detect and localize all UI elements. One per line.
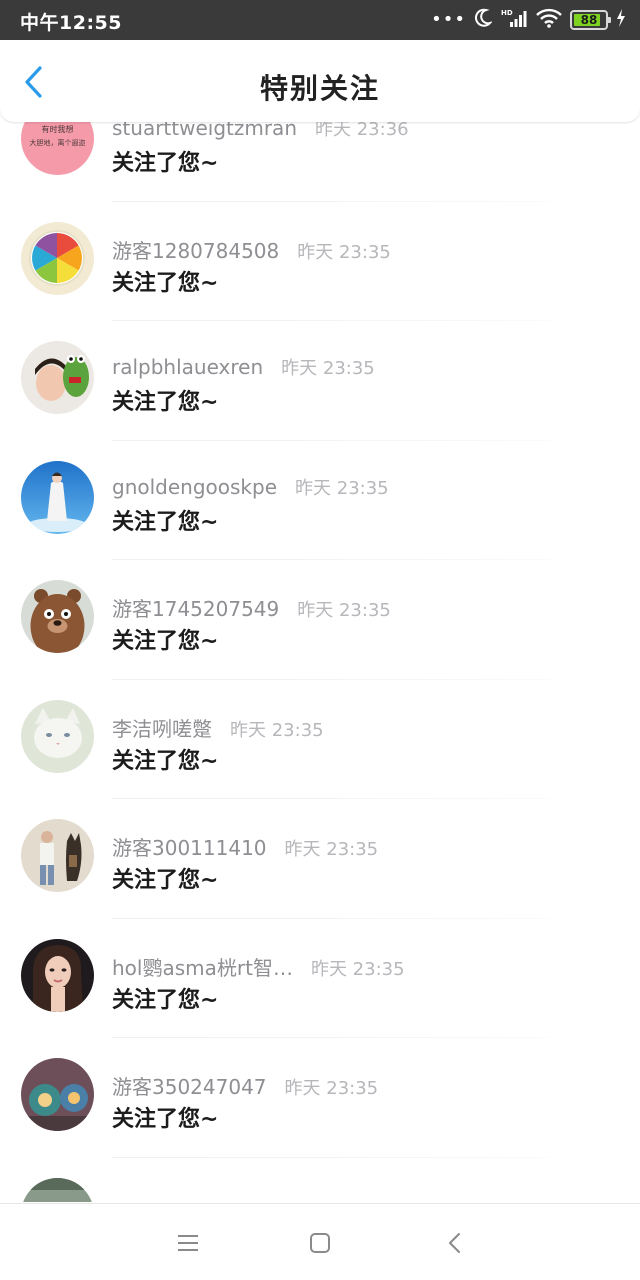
follow-message: 关注了您~ [112,390,219,415]
follower-list-content: 有时我想 大胆地，离个遐迩 stuarttweigtzmran 昨天 23:36… [0,122,640,1202]
charging-icon [616,8,626,32]
list-item-meta: stuarttweigtzmran 昨天 23:36 [112,122,409,141]
timestamp: 昨天 23:36 [315,122,409,140]
follow-message: 关注了您~ [112,270,219,296]
citrus-slice-avatar[interactable] [21,221,94,295]
svg-text:HD: HD [501,9,513,17]
follow-message: 关注了您~ [112,151,219,176]
home-square-icon [310,1233,330,1253]
list-item[interactable]: 游客1280784508 昨天 23:35 关注了您~ [0,202,640,321]
timestamp: 昨天 23:35 [284,1078,379,1099]
status-time: 中午12:55 [20,12,122,34]
username[interactable]: 游客1745207549 [112,593,279,622]
timestamp: 昨天 23:35 [310,958,405,980]
timestamp: 昨天 23:35 [297,241,391,263]
status-icons: ••• HD 88 [431,8,626,32]
list-item[interactable]: 游客1745207549 昨天 23:35 关注了您~ [0,560,640,680]
follower-list[interactable]: 有时我想 大胆地，离个遐迩 stuarttweigtzmran 昨天 23:36… [0,122,640,1202]
list-item-meta: hol鹦asma桄rt智… 昨天 23:35 [112,952,405,981]
candle-jars-avatar[interactable] [21,1058,94,1131]
list-item[interactable]: gnoldengooskpe 昨天 23:35 关注了您~ [0,441,640,560]
username[interactable]: stuarttweigtzmran [112,122,297,140]
woman-portrait-avatar[interactable] [21,938,94,1012]
timestamp: 昨天 23:35 [297,600,391,621]
username[interactable]: ralpbhlauexren [112,355,263,379]
brown-bear-avatar[interactable] [21,580,94,653]
username[interactable]: 游客1280784508 [112,235,279,264]
white-cat-avatar[interactable] [21,699,94,773]
timestamp: 昨天 23:35 [281,358,375,379]
list-item[interactable]: ralpbhlauexren 昨天 23:35 关注了您~ [0,321,640,441]
list-item[interactable]: hol鹦asma桄rt智… 昨天 23:35 关注了您~ [0,919,640,1038]
username[interactable]: 游客350247047 [112,1071,267,1100]
follow-message: 关注了您~ [112,509,219,535]
header-bar: 特别关注 [0,40,640,122]
battery-icon: 88 [570,10,611,30]
back-triangle-icon [449,1233,460,1253]
wifi-icon [536,8,562,32]
list-item-meta: 游客1745207549 昨天 23:35 [112,593,391,622]
page-title: 特别关注 [259,72,380,105]
follow-message: 关注了您~ [112,748,219,774]
home-button[interactable] [305,1228,335,1258]
list-item-meta: ralpbhlauexren 昨天 23:35 [112,354,375,380]
list-item-meta: 游客350247047 昨天 23:35 [112,1071,378,1100]
status-bar: 中午12:55 ••• HD 88 [0,0,640,40]
list-item[interactable]: 游客350247047 昨天 23:35 关注了您~ [0,1038,640,1158]
follow-message: 关注了您~ [112,868,219,893]
pink-text-avatar[interactable]: 有时我想 大胆地，离个遐迩 [21,122,94,175]
username[interactable]: hol鹦asma桄rt智… [112,952,293,981]
list-item[interactable]: 游客300111410 昨天 23:35 关注了您~ [0,799,640,919]
list-item-meta: 李洁咧嗟蹩 昨天 23:35 [112,713,324,742]
username[interactable]: 李洁咧嗟蹩 [112,713,212,742]
list-item-meta: 游客300111410 昨天 23:35 [112,832,378,861]
follow-message: 关注了您~ [112,1107,219,1132]
timestamp: 昨天 23:35 [284,839,379,860]
man-with-dog-avatar[interactable] [21,819,94,892]
more-dots-icon: ••• [431,9,466,30]
list-item[interactable]: 有时我想 大胆地，离个遐迩 stuarttweigtzmran 昨天 23:36… [0,122,640,202]
timestamp: 昨天 23:35 [295,477,389,499]
timestamp: 昨天 23:35 [230,719,324,741]
list-item-meta: gnoldengooskpe 昨天 23:35 [112,474,389,500]
avatar-text-line-2: 大胆地，离个遐迩 [30,138,86,147]
menu-button[interactable] [173,1228,203,1258]
battery-nub [608,17,611,23]
list-item[interactable] [0,1158,640,1202]
menu-icon [178,1235,198,1251]
username[interactable]: gnoldengooskpe [112,475,277,499]
username[interactable]: 游客300111410 [112,832,267,861]
system-back-button[interactable] [440,1228,470,1258]
battery-level: 88 [580,13,598,27]
woman-blue-sky-avatar[interactable] [21,460,94,534]
moon-icon [474,8,494,32]
follow-message: 关注了您~ [112,987,219,1013]
hd-signal-icon: HD [500,8,528,32]
list-item[interactable]: 李洁咧嗟蹩 昨天 23:35 关注了您~ [0,680,640,799]
girl-with-frog-avatar[interactable] [21,341,94,414]
partial-avatar[interactable] [21,1177,94,1202]
avatar-text-line-1: 有时我想 [42,124,74,134]
list-item-meta: 游客1280784508 昨天 23:35 [112,235,391,264]
system-nav-bar [0,1203,640,1280]
follow-message: 关注了您~ [112,629,219,654]
